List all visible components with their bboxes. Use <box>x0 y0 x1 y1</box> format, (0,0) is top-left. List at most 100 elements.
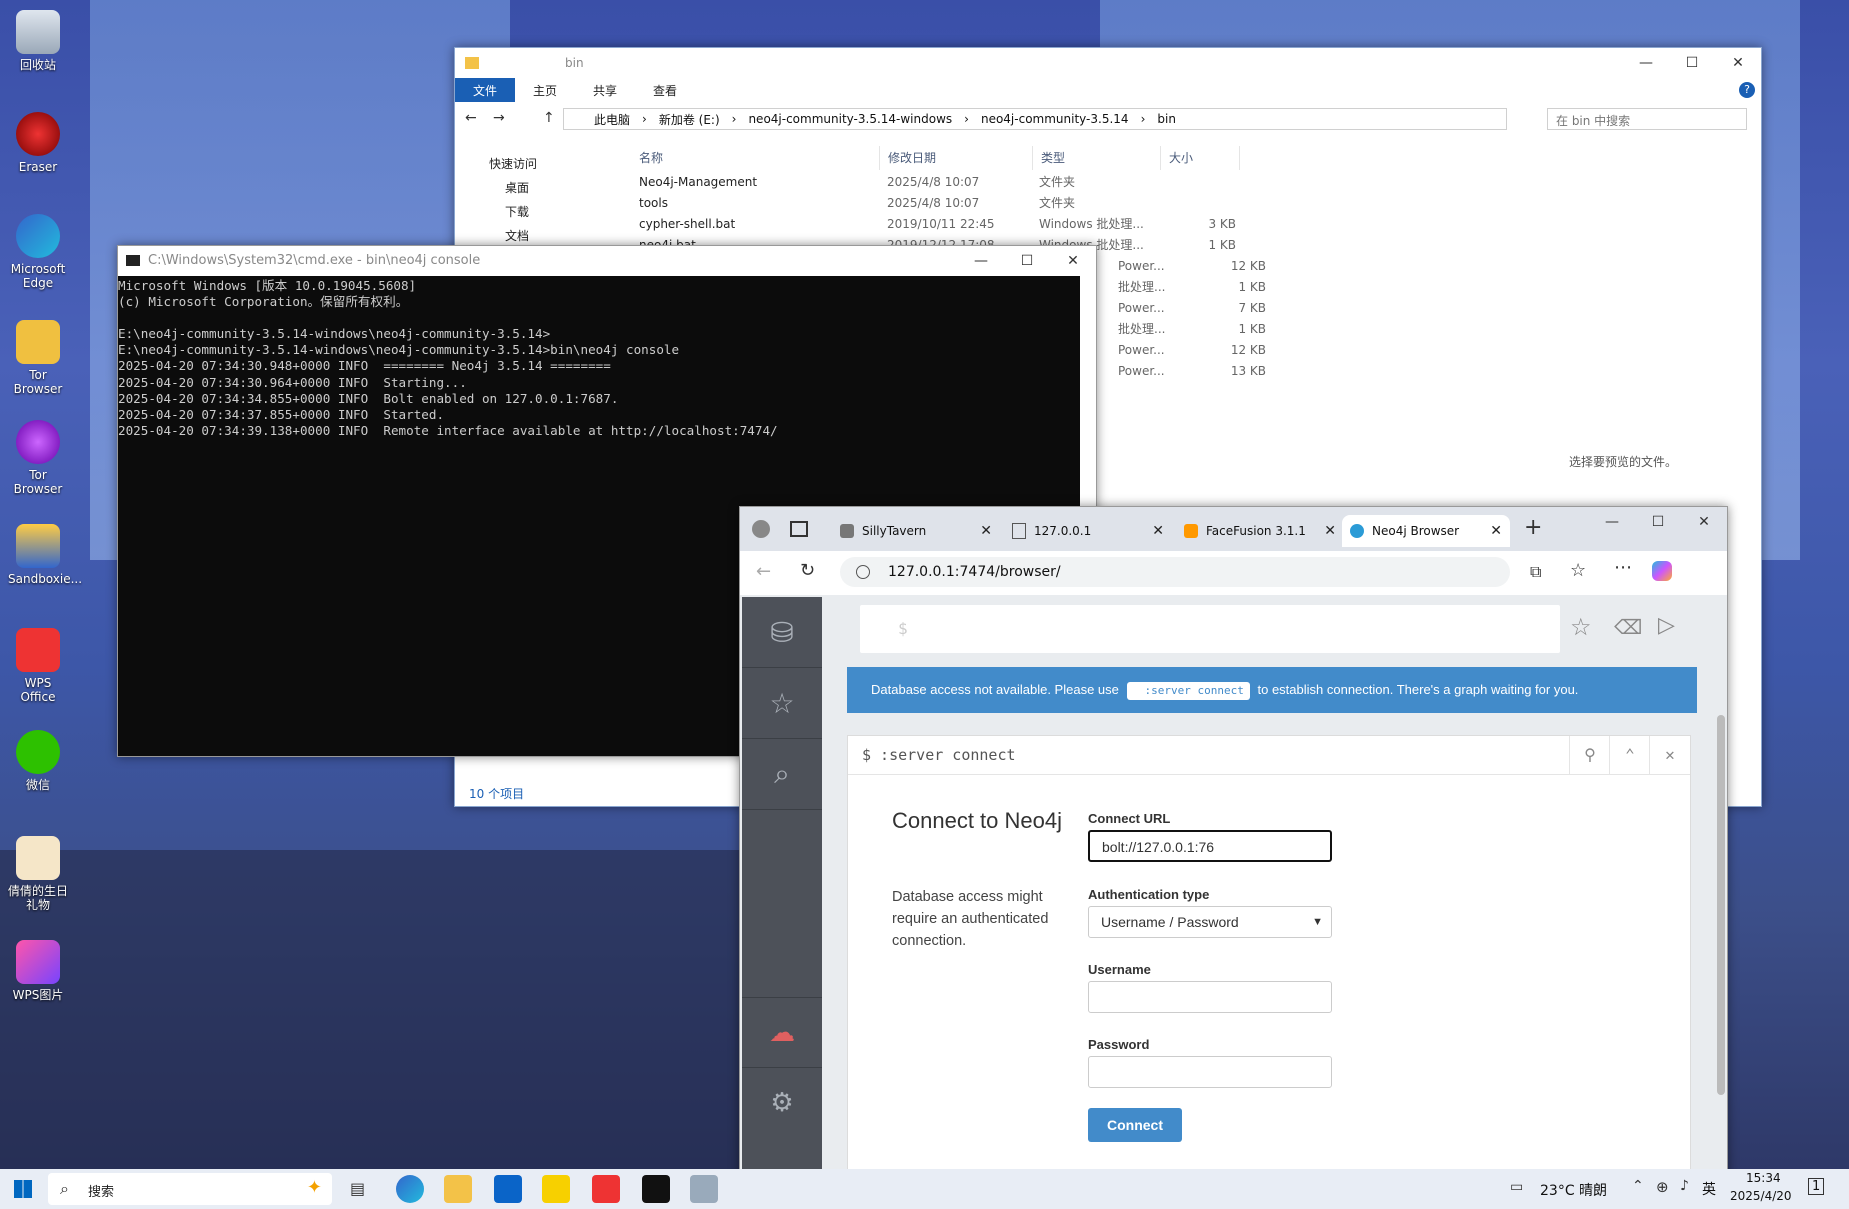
run-play-icon[interactable]: ▷ <box>1658 613 1675 638</box>
frame-close-icon[interactable]: ✕ <box>1649 736 1690 774</box>
address-bar[interactable]: 此电脑 › 新加卷 (E:) › neo4j-community-3.5.14-wi… <box>563 108 1507 130</box>
more-icon[interactable]: ⋯ <box>1614 557 1632 578</box>
chevron-up-icon[interactable]: ⌃ <box>1632 1178 1644 1194</box>
tor-browser-shortcut[interactable]: Tor Browser <box>8 320 68 396</box>
profile-avatar[interactable] <box>752 520 770 538</box>
wps-pictures-shortcut[interactable]: WPS图片 <box>8 940 68 1002</box>
file-row[interactable]: Neo4j-Management 2025/4/8 10:07 文件夹 <box>631 172 1236 193</box>
file-row[interactable]: tools 2025/4/8 10:07 文件夹 <box>631 193 1236 214</box>
nav-desktop[interactable]: 桌面 <box>475 176 625 200</box>
extensions-icon[interactable]: ⧉ <box>1530 562 1541 582</box>
back-arrow-icon[interactable]: ← <box>756 561 771 582</box>
photos-taskbar-icon[interactable] <box>690 1175 718 1203</box>
breadcrumb-item[interactable]: 此电脑 <box>594 111 630 128</box>
tab-close-icon[interactable]: ✕ <box>980 515 992 547</box>
tab-close-icon[interactable]: ✕ <box>1490 515 1502 547</box>
tab-sillytavern[interactable]: SillyTavern ✕ <box>832 515 1000 547</box>
close-button[interactable]: ✕ <box>1050 246 1096 276</box>
ribbon-tab-share[interactable]: 共享 <box>575 78 635 102</box>
console-output[interactable]: Microsoft Windows [版本 10.0.19045.5608] (… <box>118 276 1096 439</box>
wechat-shortcut[interactable]: 微信 <box>8 730 68 792</box>
weather-text[interactable]: 23°C 晴朗 <box>1540 1180 1607 1200</box>
collapse-chevron-icon[interactable]: ⌃ <box>1609 736 1650 774</box>
edge-shortcut[interactable]: Microsoft Edge <box>8 214 68 290</box>
file-row[interactable]: Power... 13 KB <box>1110 361 1266 382</box>
connect-url-input[interactable]: bolt://127.0.0.1:76 <box>1088 830 1332 862</box>
address-bar[interactable]: 127.0.0.1:7474/browser/ <box>840 557 1510 587</box>
column-date[interactable]: 修改日期 <box>880 146 1033 170</box>
breadcrumb-item[interactable]: neo4j-community-3.5.14 <box>981 112 1129 126</box>
ribbon-tab-file[interactable]: 文件 <box>455 78 516 102</box>
tab-close-icon[interactable]: ✕ <box>1152 515 1164 547</box>
server-connect-link[interactable]: :server connect <box>1126 682 1250 700</box>
tab-127-0-0-1[interactable]: 127.0.0.1 ✕ <box>1004 515 1172 547</box>
clock-date[interactable]: 2025/4/20 <box>1730 1189 1792 1203</box>
minimize-button[interactable]: — <box>958 246 1004 276</box>
pin-icon[interactable]: ⚲ <box>1569 736 1610 774</box>
eraser-shortcut[interactable]: Eraser <box>8 112 68 174</box>
breadcrumb-item[interactable]: neo4j-community-3.5.14-windows <box>748 112 952 126</box>
refresh-icon[interactable]: ↻ <box>800 560 815 581</box>
new-tab-icon[interactable]: + <box>1524 515 1542 540</box>
disconnected-icon[interactable]: ☁ <box>742 997 822 1068</box>
wps-taskbar-icon[interactable] <box>592 1175 620 1203</box>
search-docs-icon[interactable]: ⌕ <box>742 739 822 810</box>
cypher-editor[interactable]: $ <box>860 605 1560 653</box>
copilot-icon[interactable] <box>1652 561 1672 581</box>
breadcrumb-item[interactable]: bin <box>1157 112 1176 126</box>
outlook-taskbar-icon[interactable] <box>494 1175 522 1203</box>
sandboxie-shortcut[interactable]: Sandboxie... <box>8 524 82 586</box>
tab-facefusion[interactable]: FaceFusion 3.1.1 ✕ <box>1176 515 1344 547</box>
clear-editor-icon[interactable]: ⌫ <box>1614 615 1642 639</box>
terminal-taskbar-icon[interactable] <box>642 1175 670 1203</box>
column-type[interactable]: 类型 <box>1033 146 1161 170</box>
maximize-button[interactable]: ☐ <box>1004 246 1050 276</box>
wps-office-shortcut[interactable]: WPS Office <box>8 628 68 704</box>
connect-button[interactable]: Connect <box>1088 1108 1182 1142</box>
volume-muted-icon[interactable]: ♪ <box>1680 1178 1689 1194</box>
close-button[interactable]: ✕ <box>1715 48 1761 78</box>
sticky-notes-taskbar-icon[interactable] <box>542 1175 570 1203</box>
maximize-button[interactable]: ☐ <box>1669 48 1715 78</box>
start-windows-icon[interactable] <box>14 1180 32 1198</box>
username-input[interactable] <box>1088 981 1332 1013</box>
globe-icon[interactable]: ⊕ <box>1656 1178 1669 1196</box>
tor-browser-shortcut-2[interactable]: Tor Browser <box>8 420 68 496</box>
task-view-icon[interactable]: ▤ <box>350 1179 365 1198</box>
auth-type-select[interactable]: Username / Password ▼ <box>1088 906 1332 938</box>
notification-badge[interactable]: 1 <box>1808 1178 1825 1195</box>
gift-folder-shortcut[interactable]: 倩倩的生日礼物 <box>8 836 68 912</box>
column-size[interactable]: 大小 <box>1161 146 1240 170</box>
favorites-icon[interactable]: ☆ <box>1570 560 1586 581</box>
taskbar-search-input[interactable]: ⌕ 搜索 ✦ <box>48 1173 332 1205</box>
maximize-button[interactable]: ☐ <box>1635 507 1681 537</box>
file-row[interactable]: 批处理... 1 KB <box>1110 277 1266 298</box>
nav-quick-access[interactable]: 快速访问 <box>475 152 625 176</box>
file-row[interactable]: Power... 12 KB <box>1110 340 1266 361</box>
minimize-button[interactable]: — <box>1589 507 1635 537</box>
tab-neo4j-browser[interactable]: Neo4j Browser ✕ <box>1342 515 1510 547</box>
ribbon-tab-home[interactable]: 主页 <box>515 78 575 102</box>
file-row[interactable]: 批处理... 1 KB <box>1110 319 1266 340</box>
help-icon[interactable]: ? <box>1739 82 1755 98</box>
file-row[interactable]: cypher-shell.bat 2019/10/11 22:45 Windows … <box>631 214 1236 235</box>
favorite-star-icon[interactable]: ☆ <box>1570 613 1592 641</box>
file-explorer-taskbar-icon[interactable] <box>444 1175 472 1203</box>
nav-downloads[interactable]: 下载 <box>475 200 625 224</box>
weather-icon[interactable]: ▭ <box>1510 1179 1523 1195</box>
ribbon-tab-view[interactable]: 查看 <box>635 78 695 102</box>
settings-gear-icon[interactable]: ⚙ <box>742 1067 822 1138</box>
ime-indicator[interactable]: 英 <box>1702 1179 1716 1199</box>
edge-taskbar-icon[interactable] <box>396 1175 424 1203</box>
page-scrollbar[interactable] <box>1717 715 1725 1095</box>
tab-actions-icon[interactable] <box>790 521 808 537</box>
minimize-button[interactable]: — <box>1623 48 1669 78</box>
forward-arrow-icon[interactable]: → <box>493 110 505 126</box>
database-icon[interactable]: ⛁ <box>742 597 822 668</box>
file-row[interactable]: Power... 12 KB <box>1110 256 1266 277</box>
favorites-star-icon[interactable]: ☆ <box>742 668 822 739</box>
column-name[interactable]: 名称 <box>631 146 880 170</box>
close-button[interactable]: ✕ <box>1681 507 1727 537</box>
password-input[interactable] <box>1088 1056 1332 1088</box>
up-arrow-icon[interactable]: ↑ <box>543 110 555 126</box>
